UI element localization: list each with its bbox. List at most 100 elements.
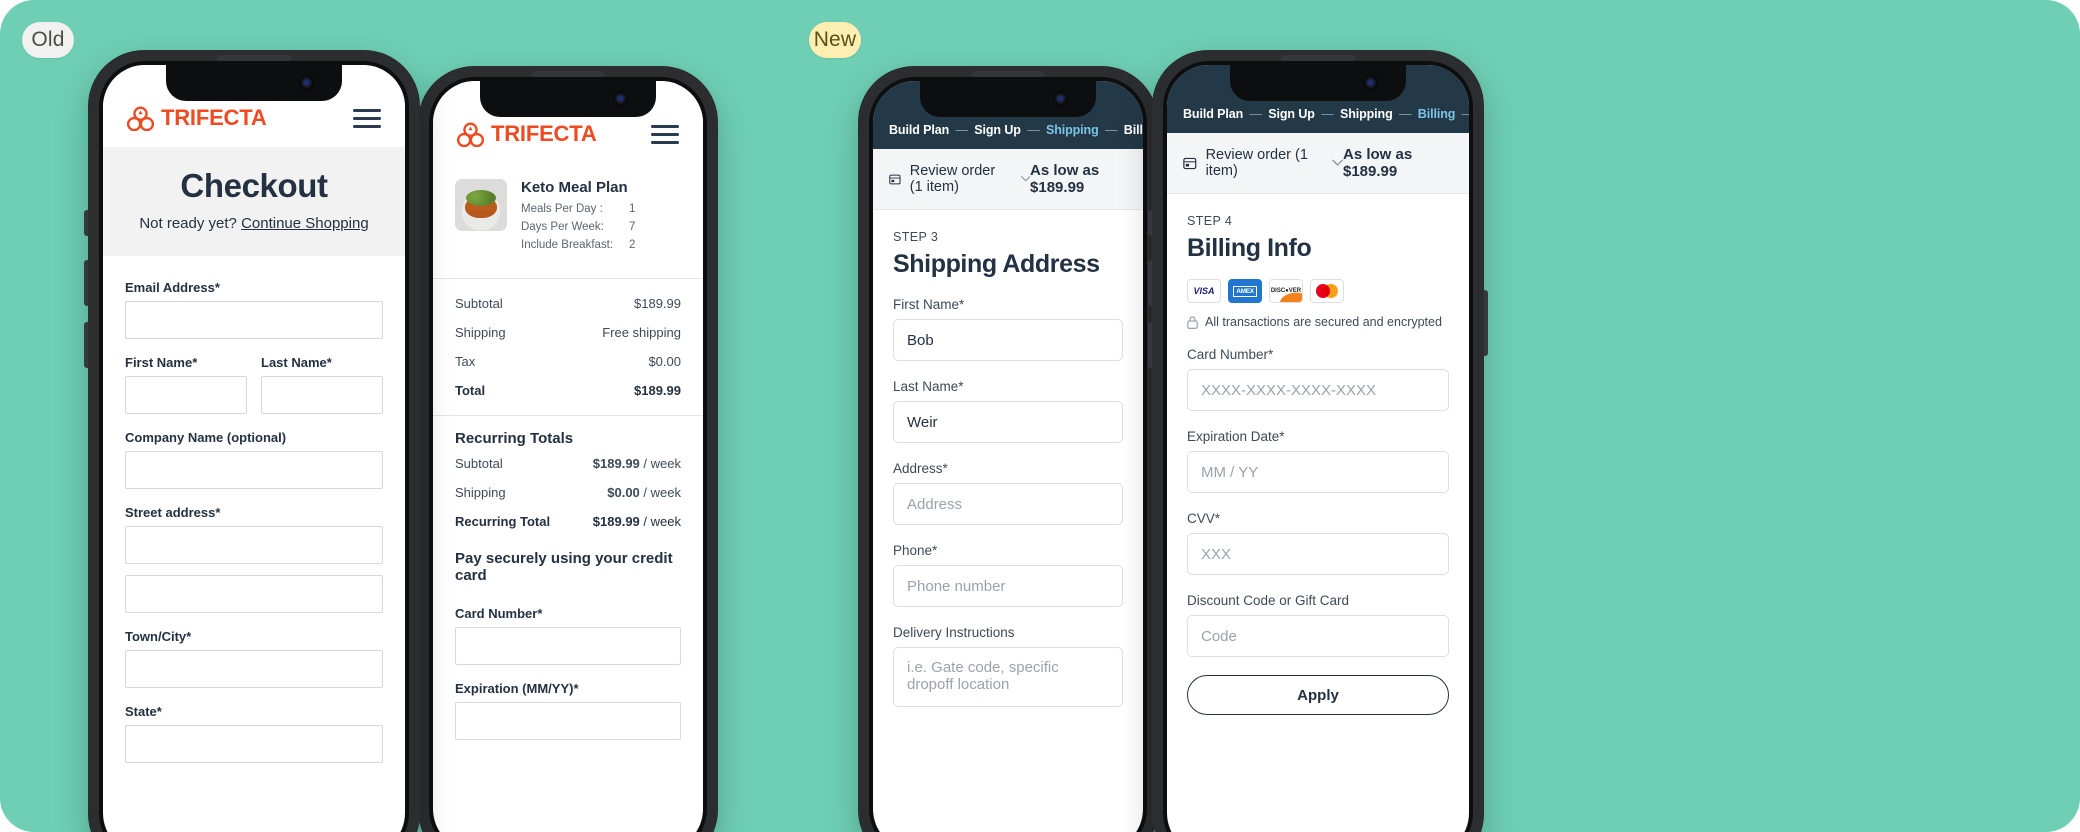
not-ready-text: Not ready yet? [139,215,237,232]
card-number-input[interactable]: XXXX-XXXX-XXXX-XXXX [1187,369,1449,411]
review-order-bar[interactable]: Review order (1 item) As low as $189.99 [873,149,1143,210]
step-dash: — [1027,123,1040,137]
phone-notch [166,65,342,101]
total-label: Tax [455,354,476,370]
order-price: As low as $189.99 [1030,162,1100,196]
continue-shopping-row: Not ready yet? Continue Shopping [117,215,391,232]
receipt-icon [889,174,901,184]
last-name-label: Last Name* [261,355,332,370]
attr-value: 1 [629,203,636,215]
front-camera [1363,75,1378,90]
recurring-label: Subtotal [455,456,503,472]
step-shipping[interactable]: Shipping [1340,107,1393,121]
step-dash: — [1249,107,1263,121]
total-row: Shipping Free shipping [433,318,703,347]
address-input[interactable]: Address [893,483,1123,525]
street-address-input-line1[interactable] [125,526,383,564]
review-order-bar[interactable]: Review order (1 item) As low as $189.99 [1167,133,1469,194]
step-billing[interactable]: Billing [1124,123,1143,137]
cvv-label: CVV* [1187,511,1221,526]
mute-switch[interactable] [84,210,88,236]
step-billing-active[interactable]: Billing [1418,107,1456,121]
volume-down-button[interactable] [84,322,88,368]
hamburger-menu-icon[interactable] [353,108,381,128]
trifecta-wordmark: TRIFECTA [491,121,597,146]
total-row: Subtotal $189.99 [433,289,703,318]
trifecta-logo[interactable]: TRIFECTA [127,105,267,131]
order-price: As low as $189.99 [1343,146,1413,180]
recurring-row-total: Recurring Total $189.99 / week [433,507,703,536]
page-title: Checkout [180,167,328,204]
product-name: Keto Meal Plan [521,179,628,196]
phone-old-order-summary: TRIFECTA Keto Meal Plan Meals Per Day : 1… [418,66,718,832]
power-button[interactable] [1484,290,1488,356]
chevron-down-icon[interactable] [1020,175,1031,183]
total-value: Free shipping [602,325,681,341]
expiration-date-label: Expiration Date* [1187,429,1285,444]
product-thumbnail-image [455,179,507,231]
card-number-input[interactable] [455,627,681,666]
total-label: Shipping [455,325,506,341]
divider [433,415,703,417]
recurring-label: Shipping [455,485,506,501]
attr-key: Include Breakfast: [521,238,614,251]
expiration-date-input[interactable]: MM / YY [1187,451,1449,493]
expiration-label: Expiration (MM/YY)* [455,681,579,697]
phone-input[interactable]: Phone number [893,565,1123,607]
pay-securely-heading: Pay securely using your credit card [455,550,673,585]
divider [433,278,703,280]
chevron-down-icon[interactable] [1332,159,1343,167]
step-build-plan[interactable]: Build Plan [889,123,949,137]
delivery-instructions-input[interactable]: i.e. Gate code, specific dropoff locatio… [893,647,1123,707]
recurring-label: Recurring Total [455,514,551,530]
first-name-input[interactable]: Bob [893,319,1123,361]
badge-new: New [809,22,861,58]
phone-speaker [1281,55,1355,61]
last-name-input[interactable]: Weir [893,401,1123,443]
comparison-canvas: Old New TRIFECTA Keto Meal Plan Meals Pe… [0,0,2080,832]
state-input[interactable] [125,725,383,763]
town-city-input[interactable] [125,650,383,688]
total-label: Subtotal [455,296,503,312]
email-address-label: Email Address* [125,280,220,295]
step-shipping-active[interactable]: Shipping [1046,123,1099,137]
card-number-label: Card Number* [455,606,543,622]
attr-value: 2 [629,238,636,251]
hamburger-menu-icon[interactable] [651,124,679,144]
step-sign-up[interactable]: Sign Up [1268,107,1315,121]
step-sign-up[interactable]: Sign Up [974,123,1021,137]
last-name-label: Last Name* [893,379,964,394]
front-camera [613,91,628,106]
step-build-plan[interactable]: Build Plan [1183,107,1243,121]
step-dash: — [1399,107,1412,121]
recurring-value: $189.99 [592,456,640,472]
discount-code-input[interactable]: Code [1187,615,1449,657]
trifecta-wordmark: TRIFECTA [161,105,267,130]
trifecta-logo[interactable]: TRIFECTA [457,121,597,147]
discover-icon: DISC●VER [1269,279,1303,303]
email-address-input[interactable] [125,301,383,339]
volume-down-button[interactable] [1148,322,1152,368]
mute-switch[interactable] [1148,210,1152,236]
phone-label: Phone* [893,543,938,558]
checkout-header: Checkout Not ready yet? Continue Shoppin… [103,147,405,256]
company-name-input[interactable] [125,451,383,489]
volume-up-button[interactable] [1148,260,1152,306]
expiration-input[interactable] [455,702,681,741]
street-address-input-line2[interactable] [125,575,383,613]
continue-shopping-link[interactable]: Continue Shopping [241,215,369,232]
recurring-suffix: / week [643,456,681,472]
phone-notch [1230,65,1406,101]
badge-old: Old [22,22,74,58]
volume-up-button[interactable] [84,260,88,306]
last-name-input[interactable] [261,376,383,414]
lock-icon [1187,315,1198,329]
first-name-input[interactable] [125,376,247,414]
apply-button[interactable]: Apply [1187,675,1449,715]
company-name-label: Company Name (optional) [125,430,287,445]
phone-notch [920,81,1096,117]
total-value: $0.00 [648,354,681,370]
step-dash: — [1459,107,1469,121]
recurring-row: Shipping $0.00 / week [433,478,703,507]
cvv-input[interactable]: XXX [1187,533,1449,575]
